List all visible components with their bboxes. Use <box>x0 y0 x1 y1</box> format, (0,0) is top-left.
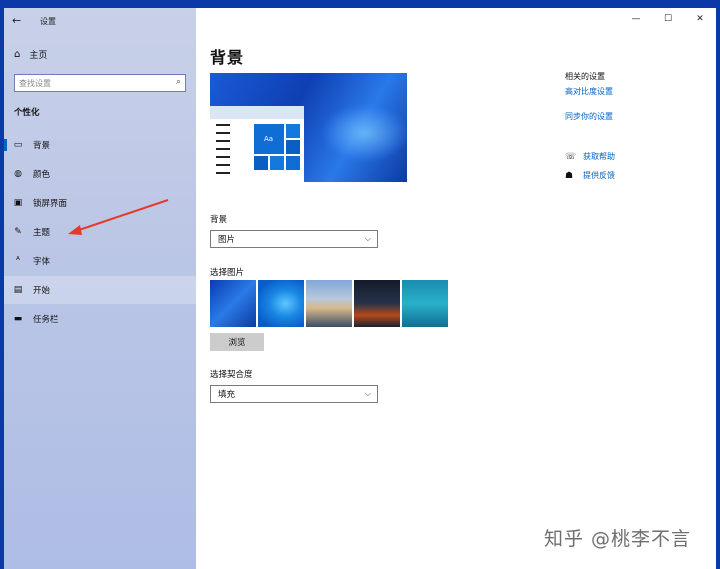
section-title: 个性化 <box>14 108 40 118</box>
help-icon: ☏ <box>565 151 577 162</box>
sidebar-item-label: 锁屏界面 <box>33 199 68 209</box>
search-input[interactable] <box>19 78 169 88</box>
close-icon[interactable]: ✕ <box>684 8 716 30</box>
sync-settings-link[interactable]: 同步你的设置 <box>565 111 613 122</box>
font-icon: ᴬ <box>16 256 20 266</box>
sidebar-item-label: 主题 <box>33 228 51 238</box>
desktop-strip <box>0 0 720 8</box>
sidebar-item-start[interactable]: ▤ 开始 <box>4 276 196 304</box>
fit-label: 选择契合度 <box>210 370 253 380</box>
choose-picture-label: 选择图片 <box>210 268 245 278</box>
preview-glow <box>320 103 407 163</box>
background-select-value: 图片 <box>218 235 236 245</box>
preview-tile <box>270 156 284 170</box>
related-settings-heading: 相关的设置 <box>565 72 605 81</box>
picture-thumbnail[interactable] <box>210 280 256 327</box>
sidebar-item-label: 颜色 <box>33 170 51 180</box>
start-icon: ▤ <box>13 285 23 295</box>
preview-window: Aa <box>210 106 304 182</box>
sidebar-item-fonts[interactable]: ᴬ 字体 <box>4 247 196 275</box>
preview-window-bar <box>210 106 304 119</box>
fit-select[interactable]: 填充 ⌵ <box>210 385 378 403</box>
lockscreen-icon: ▣ <box>13 198 23 208</box>
desktop-strip-right <box>716 0 720 569</box>
picture-thumbnail[interactable] <box>402 280 448 327</box>
page-title: 背景 <box>210 48 245 67</box>
search-icon[interactable]: ⌕ <box>176 77 181 87</box>
picture-thumbnail[interactable] <box>306 280 352 327</box>
chevron-down-icon: ⌵ <box>364 389 371 398</box>
sidebar-item-label: 字体 <box>33 257 51 267</box>
home-icon: ⌂ <box>14 49 21 60</box>
chevron-down-icon: ⌵ <box>364 234 371 243</box>
feedback-icon: ☗ <box>565 170 574 181</box>
browse-button[interactable]: 浏览 <box>210 333 264 351</box>
preview-tile: Aa <box>254 124 284 154</box>
main-panel: — ☐ ✕ 背景 Aa 背景 图片 ⌵ 选择图片 浏览 选择契合度 填充 ⌵ 相… <box>196 8 716 569</box>
app-title: 设置 <box>40 17 56 26</box>
background-select[interactable]: 图片 ⌵ <box>210 230 378 248</box>
sidebar-item-label: 开始 <box>33 286 51 296</box>
preview-tiles: Aa <box>254 124 300 176</box>
preview-menu-lines <box>216 124 230 180</box>
image-icon: ▭ <box>13 140 23 150</box>
picture-thumbnail[interactable] <box>354 280 400 327</box>
feedback-row[interactable]: ☗ 提供反馈 <box>565 170 615 181</box>
picture-thumbnail[interactable] <box>258 280 304 327</box>
watermark: 知乎 @桃李不言 <box>544 528 692 550</box>
back-arrow-icon[interactable]: ← <box>12 14 21 27</box>
sidebar-item-colors[interactable]: ◍ 颜色 <box>4 160 196 188</box>
high-contrast-link[interactable]: 高对比度设置 <box>565 86 613 97</box>
minimize-icon[interactable]: — <box>620 8 652 30</box>
annotation-arrow-icon <box>68 199 169 235</box>
get-help-row[interactable]: ☏ 获取帮助 <box>565 151 615 162</box>
picture-thumbnails <box>210 280 448 327</box>
window-controls: — ☐ ✕ <box>620 8 716 30</box>
sidebar-item-label: 背景 <box>33 141 51 151</box>
background-preview: Aa <box>210 73 407 182</box>
preview-sample-text: Aa <box>264 135 274 143</box>
preview-tile <box>254 156 268 170</box>
maximize-icon[interactable]: ☐ <box>652 8 684 30</box>
get-help-link[interactable]: 获取帮助 <box>583 151 615 162</box>
feedback-link[interactable]: 提供反馈 <box>583 170 615 181</box>
sidebar-item-background[interactable]: ▭ 背景 <box>4 131 196 159</box>
fit-select-value: 填充 <box>218 390 236 400</box>
preview-tile <box>286 124 300 138</box>
sidebar-home[interactable]: ⌂ 主页 <box>14 48 47 61</box>
sidebar-item-label: 任务栏 <box>33 315 59 325</box>
sidebar-item-taskbar[interactable]: ▬ 任务栏 <box>4 305 196 333</box>
background-label: 背景 <box>210 215 228 225</box>
taskbar-icon: ▬ <box>13 314 23 324</box>
palette-icon: ◍ <box>14 169 22 179</box>
theme-icon: ✎ <box>14 227 22 237</box>
preview-tile <box>286 156 300 170</box>
sidebar: ← 设置 ⌂ 主页 ⌕ 个性化 ▭ 背景 ◍ 颜色 ▣ 锁屏界面 ✎ 主题 ᴬ … <box>4 8 196 569</box>
preview-tile <box>286 140 300 154</box>
sidebar-home-label: 主页 <box>29 51 48 61</box>
related-settings: 相关的设置 高对比度设置 同步你的设置 <box>565 71 613 122</box>
search-box[interactable]: ⌕ <box>14 74 186 92</box>
